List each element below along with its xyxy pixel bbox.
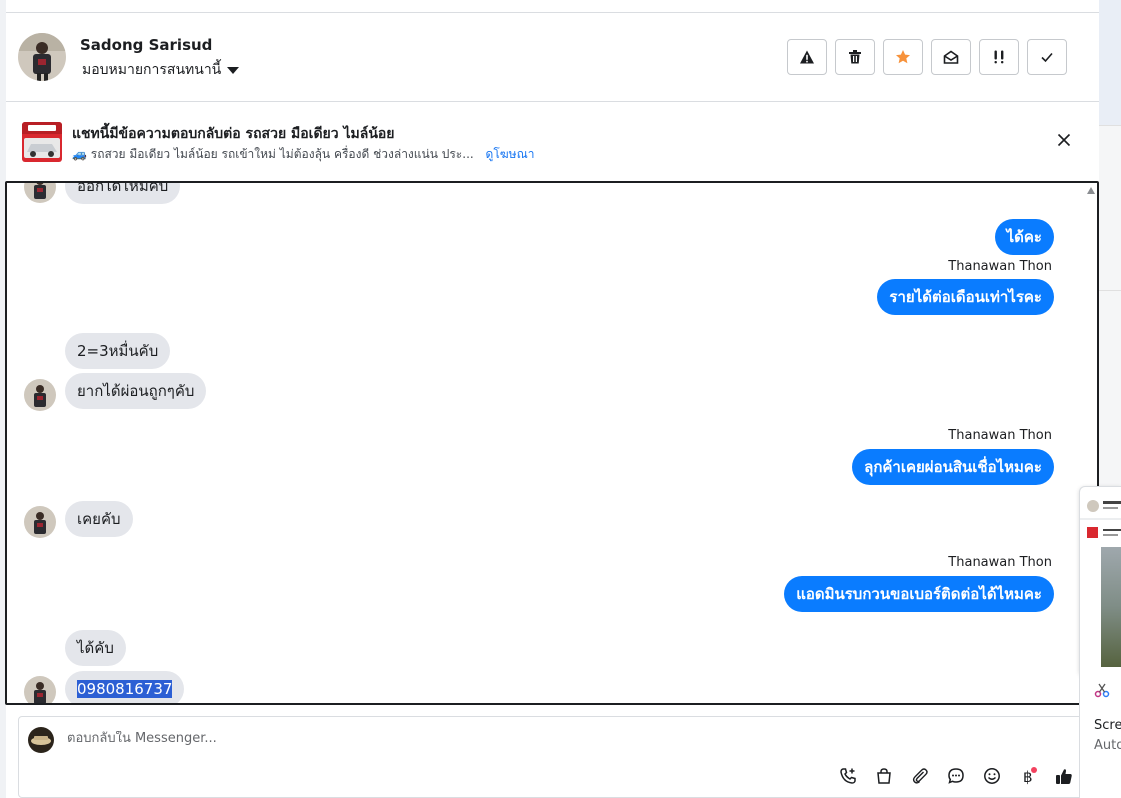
star-button[interactable] [883, 39, 923, 75]
incoming-message: 2=3หมื่นคับ [65, 333, 171, 369]
call-add-icon [840, 768, 856, 784]
contact-avatar-small [24, 183, 56, 203]
envelope-open-icon [943, 50, 959, 64]
reply-input[interactable] [67, 731, 667, 746]
call-add-button[interactable] [838, 766, 858, 786]
reply-composer: ฿ [18, 716, 1088, 798]
incoming-message: ออกได้ไหมคับ [65, 183, 181, 204]
caret-down-icon [227, 67, 240, 74]
ad-reply-banner: แชทนี้มีข้อความตอบกลับต่อ รถสวย มือเดียว… [6, 102, 1099, 182]
snipping-tool-toast[interactable]: Scre Auto [1079, 668, 1121, 798]
saved-reply-button[interactable] [946, 766, 966, 786]
shopping-bag-icon [877, 768, 891, 784]
banner-subtitle: 🚙 รถสวย มือเดียว ไมล์น้อย รถเข้าใหม่ ไม่… [72, 145, 534, 164]
right-edge-segment [1099, 290, 1121, 490]
emoji-icon [984, 768, 1000, 784]
attachment-icon [912, 768, 928, 784]
star-icon [896, 50, 910, 64]
view-ad-link[interactable]: ดูโฆษณา [486, 147, 535, 161]
shop-button[interactable] [874, 766, 894, 786]
selected-phone-number[interactable]: 0980816737 [77, 680, 173, 698]
warning-icon [800, 50, 814, 64]
spam-button[interactable] [787, 39, 827, 75]
preview-photo [1101, 547, 1121, 667]
inbox-page: Sadong Sarisud มอบหมายการสนทนานี้ แชทนี้… [0, 0, 1121, 798]
outgoing-message: ได้คะ [994, 219, 1054, 255]
thumbs-up-icon [1056, 769, 1072, 784]
contact-avatar-small [24, 506, 56, 538]
page-avatar [28, 727, 54, 753]
side-conversation-preview[interactable] [1079, 486, 1121, 676]
payment-button[interactable]: ฿ [1018, 766, 1038, 786]
incoming-message: ยากได้ผ่อนถูกๆคับ [65, 373, 207, 409]
scissors-icon [1094, 683, 1110, 698]
message-list[interactable]: ออกได้ไหมคับ ได้คะ Thanawan Thon รายได้ต… [5, 181, 1099, 705]
done-button[interactable] [1027, 39, 1067, 75]
assign-label: มอบหมายการสนทนานี้ [82, 62, 222, 78]
sender-name: Thanawan Thon [948, 428, 1052, 443]
incoming-message: 0980816737 [65, 671, 185, 703]
outgoing-message: ลุกค้าเคยผ่อนสินเชื่อไหมคะ [852, 449, 1054, 485]
incoming-message: ได้คับ [65, 630, 126, 666]
mark-unread-button[interactable] [931, 39, 971, 75]
follow-up-button[interactable] [979, 39, 1019, 75]
sender-name: Thanawan Thon [948, 555, 1052, 570]
sender-name: Thanawan Thon [948, 259, 1052, 274]
delete-button[interactable] [835, 39, 875, 75]
outgoing-message: รายได้ต่อเดือนเท่าไรคะ [877, 279, 1054, 315]
banner-ad-text: 🚙 รถสวย มือเดียว ไมล์น้อย รถเข้าใหม่ ไม่… [72, 147, 474, 161]
baht-icon: ฿ [1023, 767, 1037, 785]
toast-subtitle: Auto [1094, 738, 1121, 753]
close-icon [1057, 133, 1071, 147]
ad-thumbnail[interactable] [22, 122, 62, 162]
checkmark-icon [1041, 52, 1053, 63]
contact-avatar[interactable] [18, 33, 66, 81]
toast-title: Scre [1094, 718, 1121, 733]
assign-conversation-dropdown[interactable]: มอบหมายการสนทนานี้ [82, 59, 240, 81]
scroll-up-arrow-icon[interactable] [1087, 187, 1095, 194]
thumbs-up-button[interactable] [1054, 766, 1074, 786]
emoji-button[interactable] [982, 766, 1002, 786]
attach-button[interactable] [910, 766, 930, 786]
banner-title: แชทนี้มีข้อความตอบกลับต่อ รถสวย มือเดียว… [72, 126, 395, 142]
trash-icon [849, 50, 861, 64]
contact-avatar-small [24, 379, 56, 411]
incoming-message: เคยคับ [65, 501, 133, 537]
right-edge-segment [1099, 125, 1121, 290]
saved-reply-icon [948, 768, 964, 784]
conversation-header: Sadong Sarisud มอบหมายการสนทนานี้ [6, 13, 1099, 102]
exclamation-icon [994, 50, 1004, 64]
contact-avatar-small [24, 676, 56, 703]
preview-rows [1080, 500, 1121, 538]
outgoing-message: แอดมินรบกวนขอเบอร์ติดต่อได้ไหมคะ [784, 576, 1054, 612]
contact-name[interactable]: Sadong Sarisud [80, 36, 212, 54]
close-banner-button[interactable] [1056, 132, 1072, 148]
